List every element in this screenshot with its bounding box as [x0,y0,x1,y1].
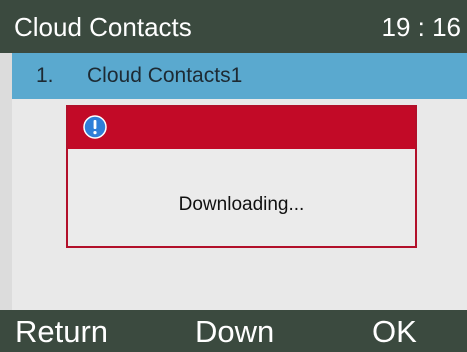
download-dialog: Downloading... [66,105,417,248]
list-item-label: Cloud Contacts1 [87,64,243,87]
return-softkey[interactable]: Return [15,314,108,350]
clock-time: 19 : 16 [381,12,461,42]
info-icon [83,115,107,139]
dialog-header [68,107,415,149]
title-bar: Cloud Contacts 19 : 16 [0,0,467,53]
dialog-message: Downloading... [178,194,305,215]
list-item-index: 1. [36,64,54,87]
page-title: Cloud Contacts [14,12,192,42]
softkey-bar: Return Down OK [0,310,467,352]
down-softkey[interactable]: Down [195,314,274,350]
ok-softkey[interactable]: OK [372,314,417,350]
list-item-cloud-contacts1[interactable]: 1. Cloud Contacts1 [12,53,467,99]
